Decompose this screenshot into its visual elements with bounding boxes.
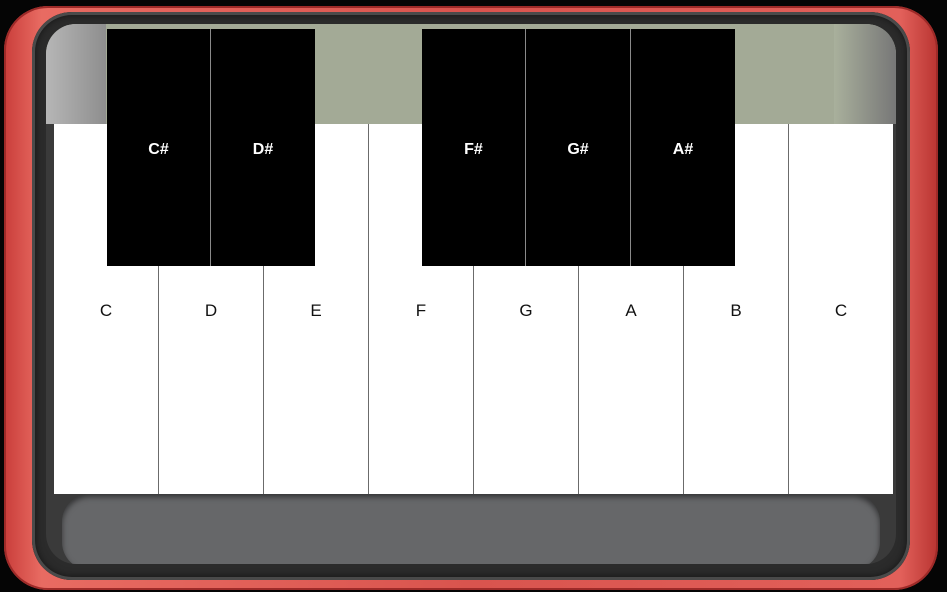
white-key-label: A [625, 301, 637, 320]
bottom-panel [62, 494, 880, 564]
white-key-label: D [204, 301, 218, 320]
black-key-c-sharp[interactable]: C# [107, 29, 210, 266]
black-key-label: G# [567, 141, 589, 158]
top-strip-right-glare [834, 24, 896, 124]
black-key-label: A# [672, 141, 694, 158]
white-key-label: B [730, 301, 742, 320]
black-key-label: F# [464, 141, 483, 158]
black-key-a-sharp[interactable]: A# [631, 29, 735, 266]
black-key-label: C# [148, 141, 169, 158]
black-key-label: D# [252, 141, 274, 158]
white-key-label: G [519, 301, 533, 320]
black-key-d-sharp[interactable]: D# [211, 29, 315, 266]
top-strip-left-glare [46, 24, 106, 124]
black-key-g-sharp[interactable]: G# [526, 29, 630, 266]
white-key-label: E [310, 301, 322, 320]
black-key-f-sharp[interactable]: F# [422, 29, 525, 266]
white-key-label: C [834, 301, 848, 320]
white-key-label: F [415, 301, 427, 320]
white-key-label: C [99, 301, 113, 320]
white-key-c-high[interactable]: C [789, 124, 893, 494]
